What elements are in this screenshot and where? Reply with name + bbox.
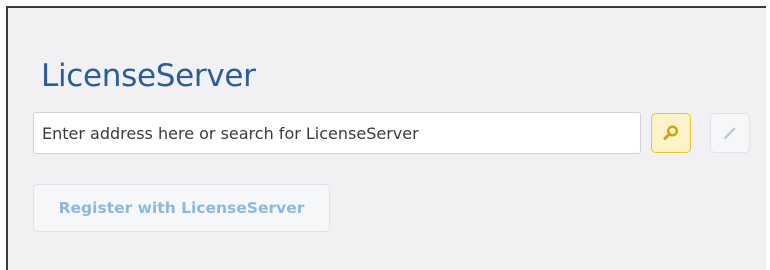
search-input[interactable] (33, 112, 641, 154)
register-button[interactable]: Register with LicenseServer (33, 184, 330, 232)
search-button[interactable] (651, 113, 691, 153)
search-icon (663, 125, 679, 140)
licenseserver-panel: LicenseServer Register with LicenseServe… (6, 6, 766, 270)
register-button-label: Register with LicenseServer (58, 199, 305, 217)
edit-button[interactable] (710, 113, 750, 153)
pencil-icon (724, 127, 736, 139)
page-title: LicenseServer (41, 58, 256, 94)
